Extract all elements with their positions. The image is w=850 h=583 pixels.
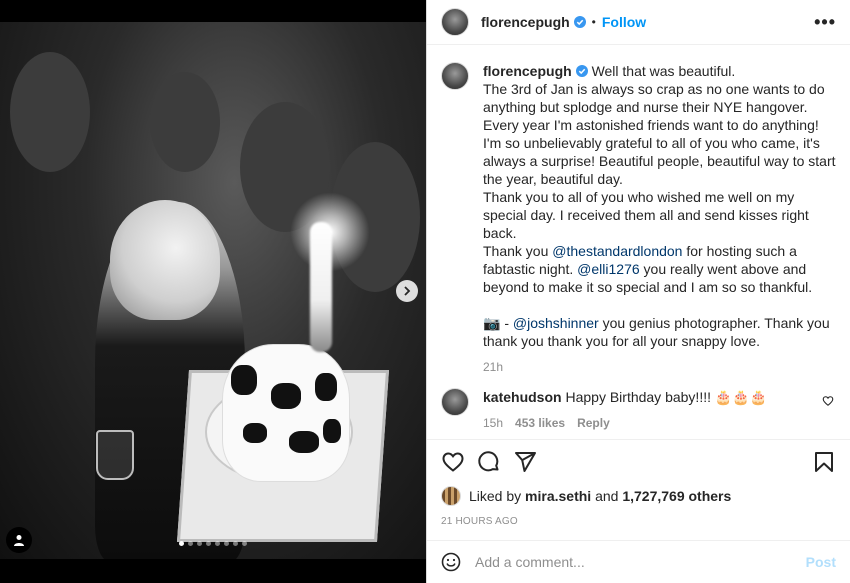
chevron-right-icon <box>404 286 411 296</box>
caption-line-1: Well that was beautiful. <box>591 63 736 79</box>
post-actions: Liked by mira.sethi and 1,727,769 others… <box>427 439 850 527</box>
carousel-dot <box>233 541 238 546</box>
post-photo[interactable] <box>0 22 426 559</box>
emoji-icon[interactable] <box>441 552 461 572</box>
comment-time[interactable]: 15h <box>483 416 503 430</box>
comment-likes[interactable]: 453 likes <box>515 416 565 430</box>
post-comment-button[interactable]: Post <box>806 554 836 570</box>
carousel-dot <box>215 541 220 546</box>
verified-badge-icon <box>573 16 586 28</box>
caption-thanks: Thank you @thestandardlondon for hosting… <box>483 242 836 296</box>
camera-emoji: 📷 <box>483 315 501 331</box>
likes-count[interactable]: 1,727,769 others <box>622 488 731 504</box>
caption-time[interactable]: 21h <box>483 360 836 374</box>
thanks-prefix: Thank you <box>483 243 553 259</box>
caption-line-2: The 3rd of Jan is always so crap as no o… <box>483 81 836 187</box>
caption-avatar[interactable] <box>441 62 469 90</box>
carousel-dot <box>188 541 193 546</box>
caption-username[interactable]: florencepugh <box>483 63 572 79</box>
champagne-glass <box>96 430 134 480</box>
comment-meta: 15h 453 likes Reply <box>483 414 767 432</box>
caption-line-3: Thank you to all of you who wished me we… <box>483 189 809 241</box>
caption-photo-credit: 📷 - @joshshinner you genius photographer… <box>483 314 836 350</box>
reply-button[interactable]: Reply <box>577 416 610 430</box>
comment-bubble-icon[interactable] <box>477 450 501 474</box>
commenter-avatar[interactable] <box>441 388 469 416</box>
verified-badge-icon <box>575 65 588 77</box>
comment-body: katehudson Happy Birthday baby!!!! 🎂🎂🎂 15… <box>483 388 795 432</box>
header-separator: • <box>591 15 596 29</box>
post-header: florencepugh • Follow ••• <box>427 0 850 45</box>
mention-venue[interactable]: @thestandardlondon <box>552 243 682 259</box>
crowd-figure <box>150 72 220 172</box>
comment-input[interactable] <box>475 554 806 570</box>
tagged-users-button[interactable] <box>6 527 32 553</box>
sparkler <box>310 222 332 352</box>
likes-summary: Liked by mira.sethi and 1,727,769 others <box>441 486 836 506</box>
comment-item: katehudson Happy Birthday baby!!!! 🎂🎂🎂 15… <box>441 388 836 432</box>
carousel-dot <box>242 541 247 546</box>
heart-icon[interactable] <box>441 450 465 474</box>
woman-hair <box>110 200 220 320</box>
carousel-dot <box>206 541 211 546</box>
carousel-dot <box>224 541 229 546</box>
post-timestamp[interactable]: 21 HOURS AGO <box>441 516 836 527</box>
carousel-indicator <box>0 541 426 546</box>
carousel-dot <box>179 541 184 546</box>
share-icon[interactable] <box>513 450 537 474</box>
mention-photographer[interactable]: @joshshinner <box>513 315 599 331</box>
caption: florencepugh Well that was beautiful. Th… <box>441 62 836 350</box>
commenter-username[interactable]: katehudson <box>483 389 562 405</box>
post-details-panel: florencepugh • Follow ••• florencepugh W… <box>426 0 850 583</box>
liker-avatar[interactable] <box>441 486 461 506</box>
author-username[interactable]: florencepugh <box>481 14 570 30</box>
photo-prefix: - <box>500 315 513 331</box>
crowd-figure <box>10 52 90 172</box>
birthday-cake <box>222 344 350 482</box>
liker-username[interactable]: mira.sethi <box>525 488 591 504</box>
comments-list[interactable]: florencepugh Well that was beautiful. Th… <box>427 46 850 438</box>
mention-friend[interactable]: @elli1276 <box>577 261 639 277</box>
next-photo-button[interactable] <box>396 280 418 302</box>
likes-middle: and <box>595 488 619 504</box>
caption-text: florencepugh Well that was beautiful. Th… <box>483 62 836 350</box>
more-options-icon[interactable]: ••• <box>814 12 836 33</box>
like-comment-heart-icon[interactable] <box>822 394 834 406</box>
post-media[interactable] <box>0 0 426 583</box>
comment-thread: katehudson Happy Birthday baby!!!! 🎂🎂🎂 15… <box>441 388 836 438</box>
likes-prefix: Liked by <box>469 488 522 504</box>
add-comment-bar: Post <box>427 540 850 583</box>
follow-button[interactable]: Follow <box>602 14 646 30</box>
comment-text: Happy Birthday baby!!!! 🎂🎂🎂 <box>565 389 768 405</box>
author-avatar[interactable] <box>441 8 469 36</box>
carousel-dot <box>197 541 202 546</box>
bookmark-icon[interactable] <box>812 450 836 474</box>
